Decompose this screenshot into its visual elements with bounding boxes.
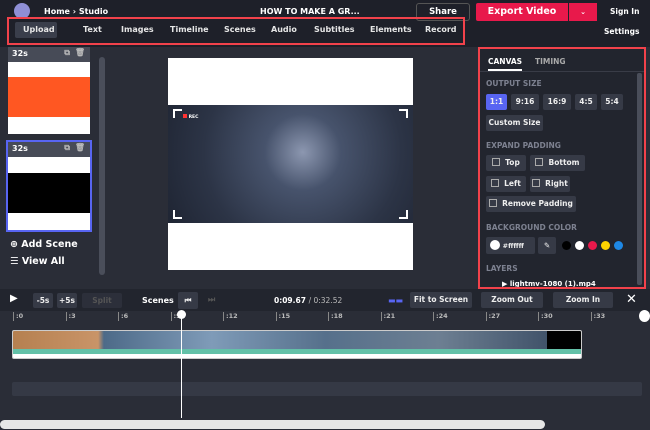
- view-all-button[interactable]: ☰ View All: [10, 256, 65, 267]
- ruler-tick: :12: [223, 312, 238, 321]
- padding-left-checkbox[interactable]: Left: [486, 176, 526, 192]
- ruler-tick: :27: [485, 312, 500, 321]
- expand-padding-label: EXPAND PADDING: [486, 141, 561, 150]
- play-icon[interactable]: ▶: [10, 293, 18, 304]
- layers-label: LAYERS: [486, 264, 518, 273]
- zoom-in-button[interactable]: Zoom In: [553, 292, 613, 308]
- background-color-picker[interactable]: #ffffff: [486, 237, 535, 254]
- project-title[interactable]: HOW TO MAKE A GR...: [260, 7, 360, 16]
- eyedropper-icon[interactable]: ✎: [538, 237, 556, 254]
- playhead-handle[interactable]: [177, 310, 186, 319]
- tab-canvas[interactable]: CANVAS: [488, 57, 523, 71]
- output-size-label: OUTPUT SIZE: [486, 79, 542, 88]
- canvas-preview[interactable]: REC: [168, 58, 413, 270]
- padding-top-checkbox[interactable]: Top: [486, 155, 526, 171]
- properties-panel: CANVAS TIMING OUTPUT SIZE 1:1 9:16 16:9 …: [478, 47, 646, 289]
- rec-indicator: REC: [183, 114, 198, 120]
- add-scene-button[interactable]: ⊕ Add Scene: [10, 239, 78, 250]
- ruler-tick: :21: [380, 312, 395, 321]
- size-1-1[interactable]: 1:1: [486, 94, 507, 110]
- remove-padding-checkbox[interactable]: Remove Padding: [486, 196, 576, 212]
- scene-card-selected[interactable]: 32s ⧉ 🗑: [6, 140, 92, 232]
- horizontal-scrollbar[interactable]: [0, 420, 545, 429]
- scene-header: 32s ⧉ 🗑: [8, 47, 90, 62]
- size-9-16[interactable]: 9:16: [511, 94, 539, 110]
- scene-duration: 32s: [12, 144, 28, 153]
- scenes-scrollbar[interactable]: [99, 57, 105, 275]
- ruler-tick: :15: [275, 312, 290, 321]
- swatch-black[interactable]: [562, 241, 571, 250]
- snap-icon[interactable]: ▬▬: [388, 296, 403, 305]
- size-16-9[interactable]: 16:9: [543, 94, 571, 110]
- scene-card[interactable]: 32s ⧉ 🗑: [8, 47, 90, 134]
- ruler-tick: :3: [65, 312, 76, 321]
- ruler-tick: :0: [13, 312, 23, 321]
- plus-circle-icon: ⊕: [10, 239, 22, 250]
- layer-item[interactable]: ▶ lightmv-1080 (1).mp4: [502, 280, 596, 288]
- swatch-blue[interactable]: [614, 241, 623, 250]
- forward-5s-button[interactable]: +5s: [57, 293, 77, 308]
- swatch-red[interactable]: [588, 241, 597, 250]
- export-dropdown-chevron-icon[interactable]: ⌄: [569, 3, 597, 21]
- close-icon[interactable]: ✕: [626, 292, 637, 307]
- ruler-tick: :30: [538, 312, 553, 321]
- swatch-yellow[interactable]: [601, 241, 610, 250]
- swatch-white[interactable]: [575, 241, 584, 250]
- tab-record[interactable]: Record: [417, 22, 465, 38]
- tab-elements[interactable]: Elements: [362, 22, 420, 38]
- video-play-icon: ▶: [502, 280, 510, 288]
- zoom-out-button[interactable]: Zoom Out: [481, 292, 543, 308]
- audio-waveform: [13, 349, 581, 358]
- current-time: 0:09.67 / 0:32.52: [274, 296, 343, 305]
- export-video-button[interactable]: Export Video: [476, 3, 568, 21]
- tab-scenes[interactable]: Scenes: [216, 22, 264, 38]
- scene-thumbnail: [8, 62, 90, 134]
- back-5s-button[interactable]: -5s: [33, 293, 53, 308]
- video-frame: REC: [168, 105, 413, 223]
- background-color-label: BACKGROUND COLOR: [486, 223, 577, 232]
- tab-images[interactable]: Images: [113, 22, 162, 38]
- duplicate-icon[interactable]: ⧉: [64, 143, 70, 153]
- ruler-tick: :6: [118, 312, 128, 321]
- settings-link[interactable]: Settings: [604, 27, 639, 36]
- fit-to-screen-button[interactable]: Fit to Screen: [410, 292, 472, 308]
- panel-scrollbar[interactable]: [637, 73, 642, 285]
- ruler-tick: :33: [590, 312, 605, 321]
- sign-in-link[interactable]: Sign In: [610, 7, 639, 16]
- scenes-label: Scenes: [142, 296, 174, 305]
- trash-icon[interactable]: 🗑: [75, 143, 85, 152]
- scene-header: 32s ⧉ 🗑: [8, 142, 90, 157]
- custom-size-button[interactable]: Custom Size: [486, 115, 543, 131]
- prev-scene-icon[interactable]: ⏮: [178, 292, 198, 309]
- clip-thumbnails: [13, 331, 581, 349]
- tab-text[interactable]: Text: [75, 22, 110, 38]
- ruler-tick: :18: [328, 312, 343, 321]
- breadcrumb[interactable]: Home › Studio: [44, 7, 108, 16]
- tab-timing[interactable]: TIMING: [535, 57, 566, 66]
- trash-icon[interactable]: 🗑: [75, 48, 85, 57]
- tab-subtitles[interactable]: Subtitles: [306, 22, 363, 38]
- size-4-5[interactable]: 4:5: [575, 94, 597, 110]
- playhead[interactable]: [181, 311, 182, 418]
- vertical-scroll-handle[interactable]: [639, 310, 650, 322]
- duplicate-icon[interactable]: ⧉: [64, 48, 70, 58]
- split-button[interactable]: Split: [82, 293, 122, 308]
- padding-right-checkbox[interactable]: Right: [530, 176, 570, 192]
- tab-timeline[interactable]: Timeline: [162, 22, 217, 38]
- scene-duration: 32s: [12, 49, 28, 58]
- size-5-4[interactable]: 5:4: [601, 94, 623, 110]
- video-track-clip[interactable]: [12, 330, 582, 359]
- ruler-tick: :24: [433, 312, 448, 321]
- tab-audio[interactable]: Audio: [263, 22, 305, 38]
- top-bar: Home › Studio HOW TO MAKE A GR... Share …: [0, 0, 650, 47]
- track-bar: [12, 382, 642, 396]
- padding-bottom-checkbox[interactable]: Bottom: [530, 155, 585, 171]
- scene-thumbnail: [8, 157, 90, 230]
- tab-upload[interactable]: Upload: [15, 22, 57, 38]
- next-scene-icon[interactable]: ⏭: [208, 295, 215, 305]
- list-icon: ☰: [10, 256, 22, 267]
